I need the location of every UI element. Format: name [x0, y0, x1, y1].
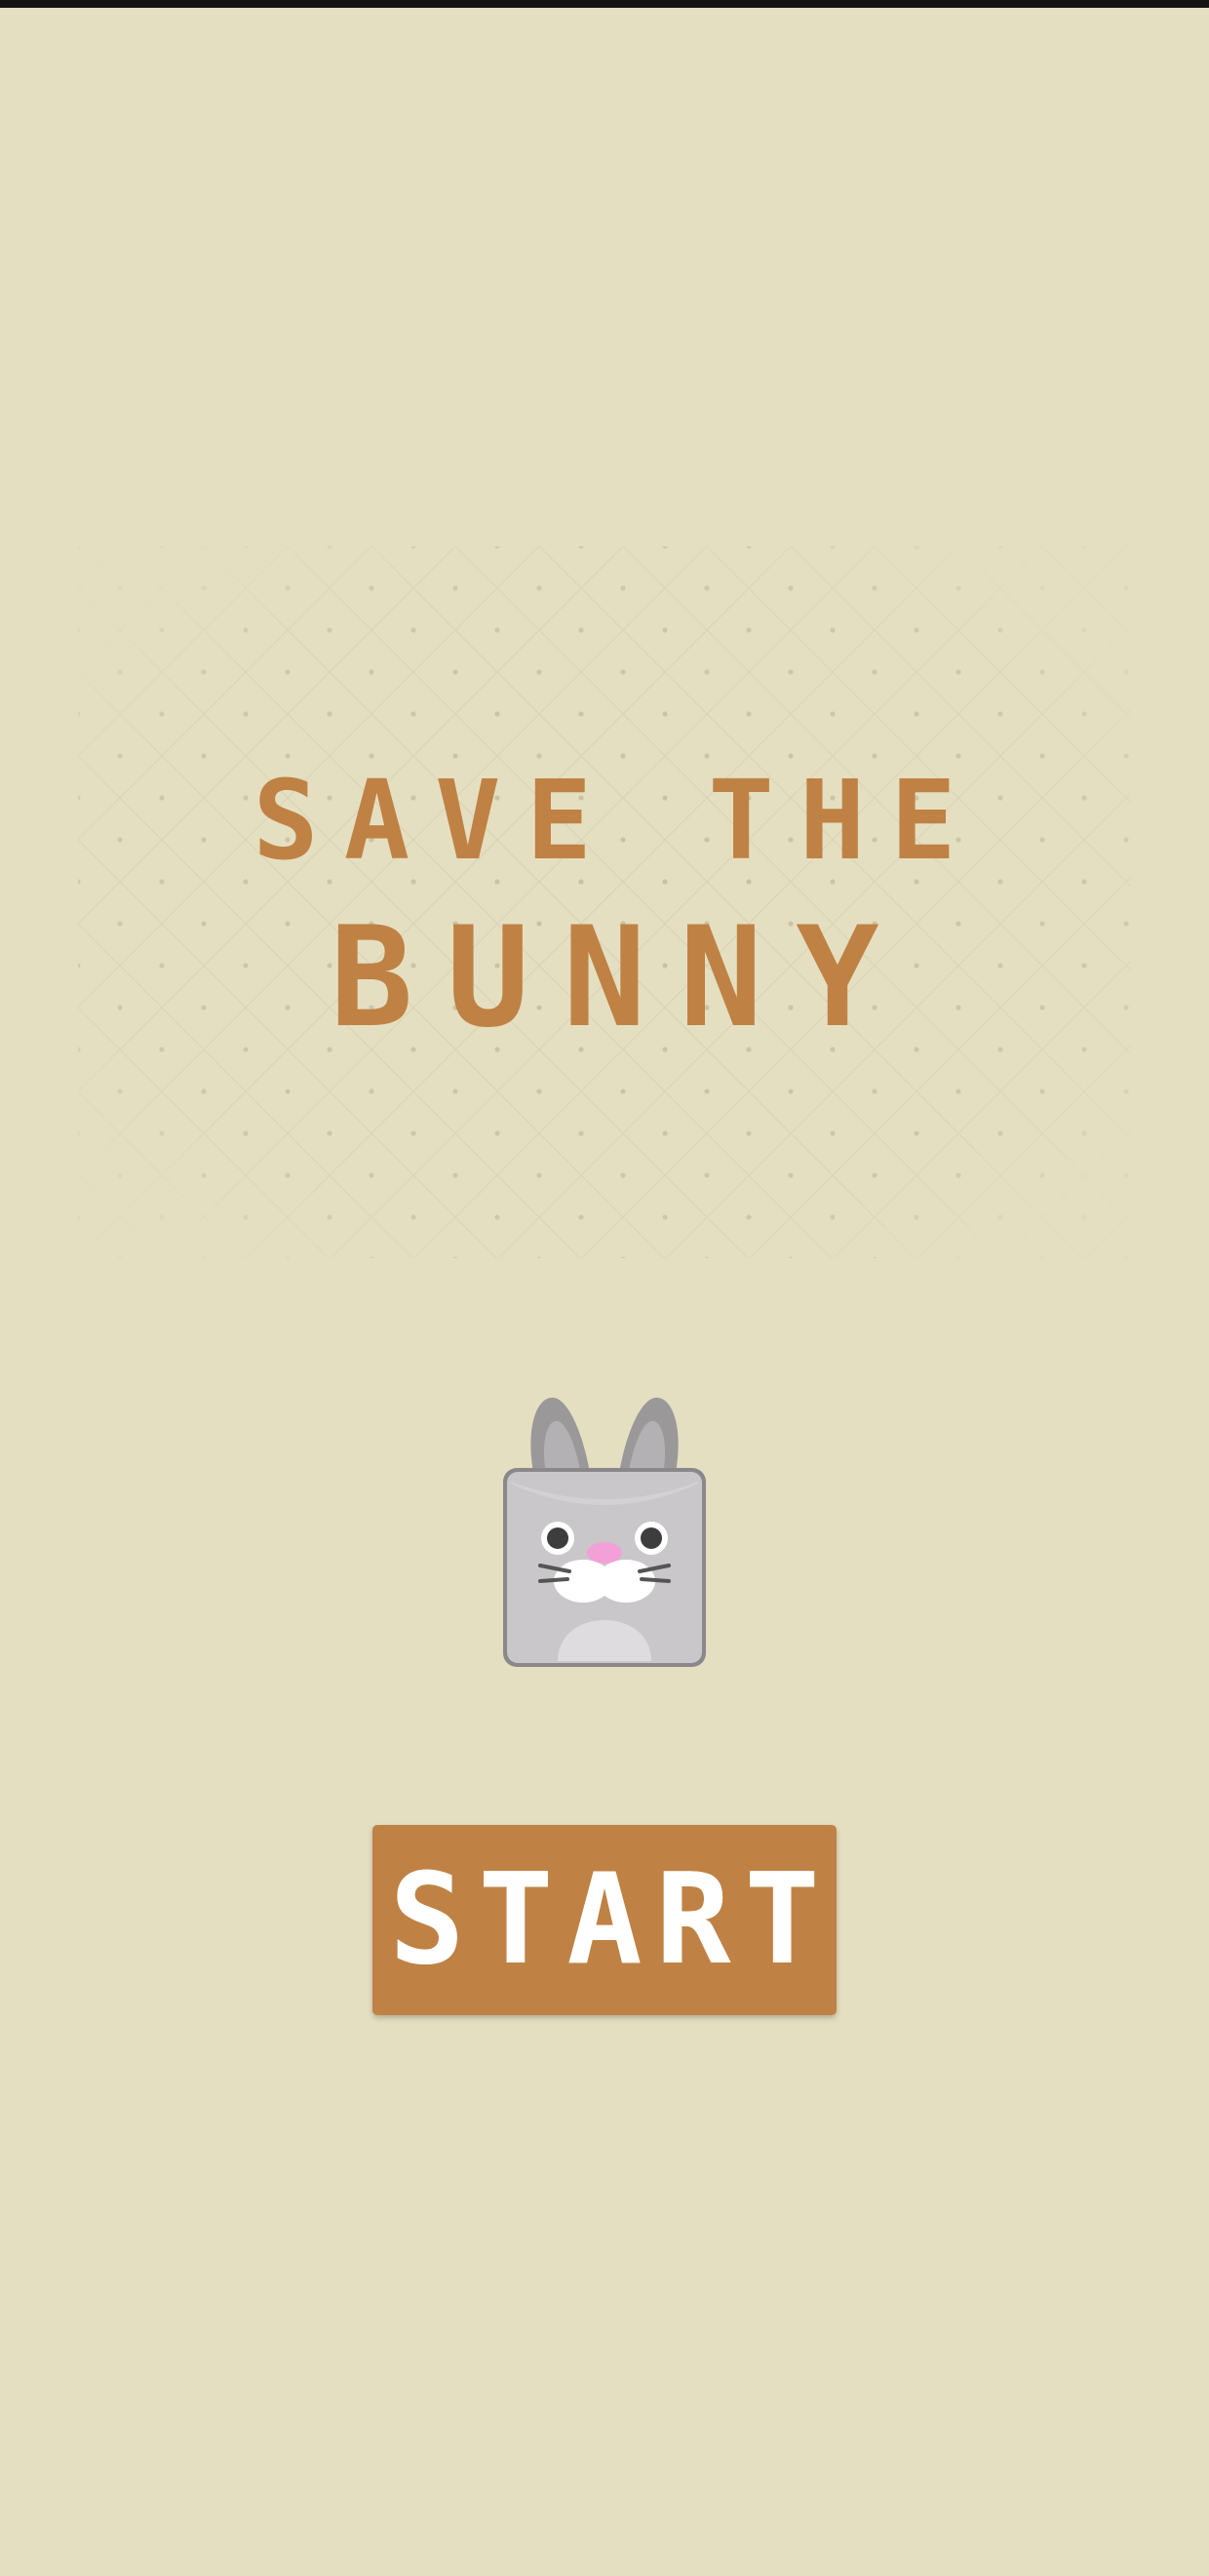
status-bar — [0, 0, 1209, 8]
title-line-1: SAVE THE — [253, 758, 982, 885]
start-button-label: START — [389, 1846, 834, 1993]
title-panel: SAVE THE BUNNY — [78, 546, 1131, 1258]
game-title: SAVE THE BUNNY — [78, 546, 1131, 1258]
title-line-2: BUNNY — [330, 897, 913, 1058]
start-button[interactable]: START — [372, 1825, 837, 2015]
bunny-icon — [503, 1397, 706, 1667]
